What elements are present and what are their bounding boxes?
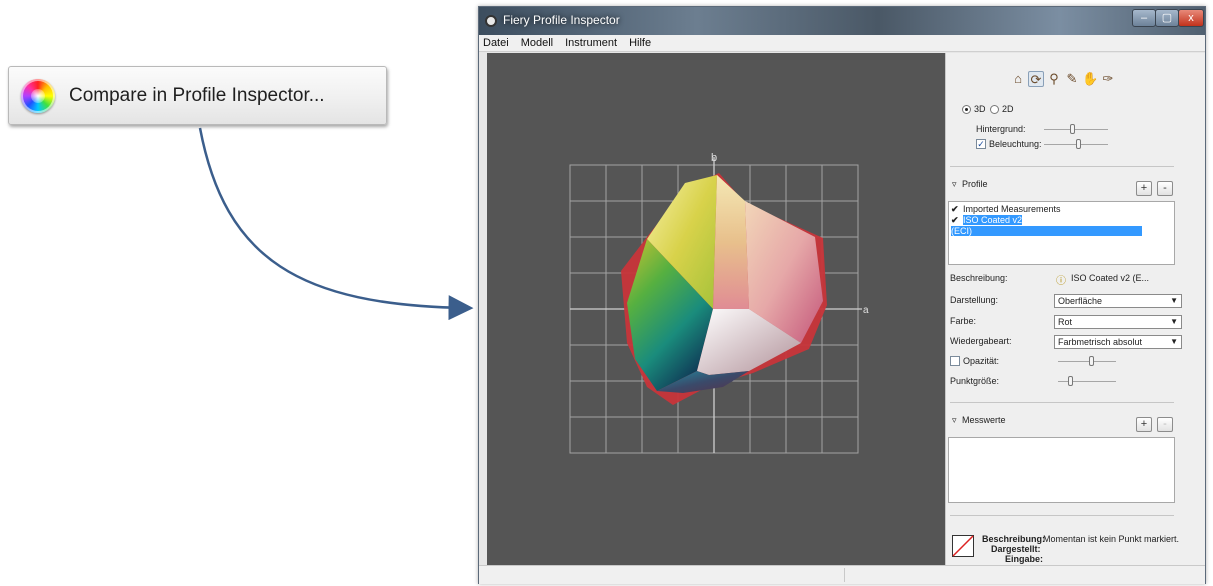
measurement-list[interactable]: [948, 437, 1175, 503]
divider: [950, 402, 1174, 403]
eyedropper-icon[interactable]: ✎: [1064, 71, 1080, 87]
measure-tool-icon[interactable]: ✑: [1100, 71, 1116, 87]
display-select[interactable]: Oberfläche ▼: [1054, 294, 1182, 308]
window-title: Fiery Profile Inspector: [503, 13, 620, 27]
check-icon[interactable]: ✔: [951, 215, 960, 226]
profiles-collapse-icon[interactable]: ▿: [952, 179, 957, 190]
info-icon: ⓘ: [1056, 276, 1066, 287]
radio-2d[interactable]: [990, 105, 999, 114]
point-size-label: Punktgröße:: [950, 376, 1000, 386]
title-bar[interactable]: Fiery Profile Inspector – ▢ x: [479, 7, 1205, 35]
menu-instrument[interactable]: Instrument: [559, 37, 623, 49]
info-input-label: Eingabe:: [1005, 554, 1044, 564]
lighting-slider[interactable]: [1076, 139, 1081, 149]
description-value: ISO Coated v2 (E...: [1071, 273, 1150, 283]
compare-button-label: Compare in Profile Inspector...: [69, 84, 325, 106]
opacity-slider-track: [1058, 361, 1116, 362]
info-description-value: Momentan ist kein Punkt markiert.: [1043, 534, 1180, 544]
measurements-collapse-icon[interactable]: ▿: [952, 415, 957, 426]
settings-panel: ⌂ ⟳ ⚲ ✎ ✋ ✑ 3D 2D Hintergrund: ✓ Beleuch…: [945, 53, 1205, 565]
list-item[interactable]: ✔ Imported Measurements: [951, 204, 1173, 215]
description-label: Beschreibung:: [950, 273, 1008, 283]
lighting-label: Beleuchtung:: [989, 139, 1042, 149]
color-label: Farbe:: [950, 316, 977, 326]
close-button[interactable]: x: [1178, 9, 1204, 27]
rendering-label: Wiedergabeart:: [950, 336, 1012, 346]
remove-profile-button[interactable]: -: [1157, 181, 1173, 196]
background-slider-track: [1044, 129, 1108, 130]
hand-icon[interactable]: ✋: [1082, 71, 1098, 87]
app-icon: [485, 15, 497, 27]
opacity-slider[interactable]: [1089, 356, 1094, 366]
opacity-checkbox[interactable]: [950, 356, 960, 366]
profile-name: Imported Measurements: [963, 204, 1061, 214]
chevron-down-icon: ▼: [1170, 337, 1178, 346]
no-point-swatch-icon: [952, 535, 974, 557]
divider: [950, 515, 1174, 516]
profile-list: ✔ Imported Measurements ✔ ISO Coated v2 (E…: [948, 201, 1175, 265]
opacity-label: Opazität:: [963, 356, 1000, 366]
status-separator: [844, 568, 845, 582]
divider: [950, 166, 1174, 167]
menu-modell[interactable]: Modell: [515, 37, 559, 49]
list-item[interactable]: ✔ ISO Coated v2 (ECI): [951, 215, 1173, 236]
rendering-value: Farbmetrisch absolut: [1058, 337, 1143, 347]
rendering-select[interactable]: Farbmetrisch absolut ▼: [1054, 335, 1182, 349]
display-label: Darstellung:: [950, 295, 999, 305]
point-size-slider[interactable]: [1068, 376, 1073, 386]
chevron-down-icon: ▼: [1170, 296, 1178, 305]
add-profile-button[interactable]: +: [1136, 181, 1152, 196]
check-icon[interactable]: ✔: [951, 204, 960, 215]
radio-3d-label: 3D: [974, 104, 986, 114]
menu-hilfe[interactable]: Hilfe: [623, 37, 657, 49]
color-value: Rot: [1058, 317, 1073, 327]
compare-in-profile-inspector-button[interactable]: Compare in Profile Inspector...: [8, 66, 387, 125]
background-label: Hintergrund:: [976, 124, 1026, 134]
profiles-header: Profile: [962, 179, 988, 189]
point-size-slider-track: [1058, 381, 1116, 382]
info-description-label: Beschreibung:: [982, 534, 1046, 544]
chevron-down-icon: ▼: [1170, 317, 1178, 326]
lighting-checkbox[interactable]: ✓: [976, 139, 986, 149]
color-wheel-icon: [21, 78, 55, 113]
status-bar: [479, 565, 1205, 584]
radio-2d-label: 2D: [1002, 104, 1014, 114]
maximize-button[interactable]: ▢: [1155, 9, 1179, 27]
remove-measurement-button[interactable]: -: [1157, 417, 1173, 432]
color-select[interactable]: Rot ▼: [1054, 315, 1182, 329]
measurements-header: Messwerte: [962, 415, 1006, 425]
gamut-face-orange: [713, 175, 749, 309]
profile-inspector-window: Fiery Profile Inspector – ▢ x Datei Mode…: [478, 6, 1206, 584]
home-icon[interactable]: ⌂: [1010, 71, 1026, 87]
display-value: Oberfläche: [1058, 296, 1103, 306]
rotate-icon[interactable]: ⟳: [1028, 71, 1044, 87]
minimize-button[interactable]: –: [1132, 9, 1156, 27]
background-slider[interactable]: [1070, 124, 1075, 134]
profile-name-selected: ISO Coated v2 (ECI): [951, 215, 1142, 236]
axis-a-label: a: [863, 305, 869, 316]
zoom-icon[interactable]: ⚲: [1046, 71, 1062, 87]
add-measurement-button[interactable]: +: [1136, 417, 1152, 432]
menu-datei[interactable]: Datei: [479, 37, 515, 49]
info-displayed-label: Dargestellt:: [991, 544, 1041, 554]
radio-3d[interactable]: [962, 105, 971, 114]
gamut-3d-viewport[interactable]: b a: [487, 53, 945, 565]
menu-bar: Datei Modell Instrument Hilfe: [479, 35, 1205, 52]
axis-b-label: b: [711, 152, 717, 164]
